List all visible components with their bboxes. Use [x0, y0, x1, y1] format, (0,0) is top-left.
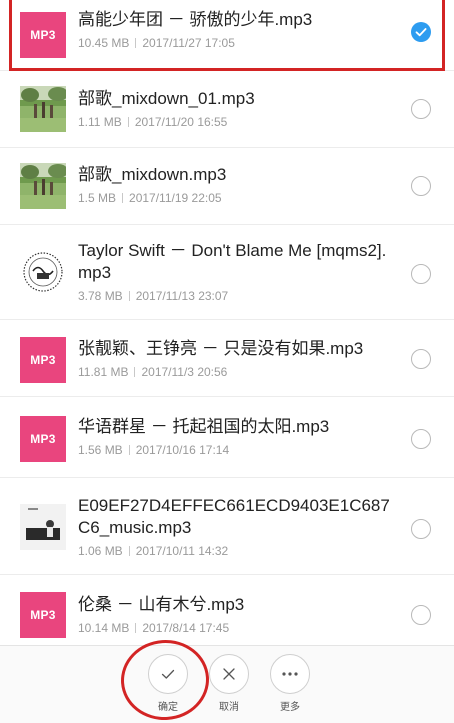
file-date: 2017/10/11 14:32	[135, 544, 229, 558]
unchecked-radio-icon[interactable]	[411, 519, 431, 539]
file-date: 2017/11/20 16:55	[134, 115, 228, 129]
divider	[122, 193, 124, 203]
list-item[interactable]: Taylor Swift － Don't Blame Me [mqms2].mp…	[0, 225, 454, 320]
file-size: 11.81 MB	[78, 365, 129, 379]
list-item[interactable]: MP3 伦桑 － 山有木兮.mp3 10.14 MB 2017/8/14 17:4…	[0, 575, 454, 645]
photo-thumbnail-icon	[20, 86, 66, 132]
album-art-icon	[20, 249, 66, 295]
file-name: Taylor Swift － Don't Blame Me [mqms2].mp…	[78, 241, 387, 282]
file-size: 1.11 MB	[78, 115, 122, 129]
photo-thumbnail-icon	[20, 163, 66, 209]
check-icon	[148, 654, 188, 694]
file-size: 1.56 MB	[78, 443, 123, 457]
divider	[128, 546, 130, 556]
divider	[135, 38, 137, 48]
more-button[interactable]: 更多	[260, 654, 320, 713]
divider	[135, 623, 137, 633]
file-name: 部歌_mixdown_01.mp3	[78, 89, 255, 108]
mp3-file-icon: MP3	[20, 592, 66, 638]
file-name: 张靓颖、王铮亮 － 只是没有如果.mp3	[78, 339, 364, 358]
file-size: 10.45 MB	[78, 36, 130, 50]
more-dots-icon	[270, 654, 310, 694]
unchecked-radio-icon[interactable]	[411, 264, 431, 284]
list-item[interactable]: E09EF27D4EFFEC661ECD9403E1C687C6_music.m…	[0, 478, 454, 575]
file-name: 高能少年团 － 骄傲的少年.mp3	[78, 10, 313, 29]
mp3-file-icon: MP3	[20, 337, 66, 383]
divider	[134, 367, 136, 377]
more-label: 更多	[280, 702, 300, 713]
file-size: 1.5 MB	[78, 191, 117, 205]
file-size: 10.14 MB	[78, 621, 130, 635]
unchecked-radio-icon[interactable]	[411, 99, 431, 119]
file-name: E09EF27D4EFFEC661ECD9403E1C687C6_music.m…	[78, 496, 390, 537]
album-art-icon	[20, 504, 66, 550]
file-date: 2017/11/19 22:05	[129, 191, 222, 205]
mp3-file-icon: MP3	[20, 416, 66, 462]
unchecked-radio-icon[interactable]	[411, 349, 431, 369]
cancel-button[interactable]: 取消	[199, 654, 259, 713]
file-date: 2017/8/14 17:45	[142, 621, 230, 635]
list-item[interactable]: 部歌_mixdown_01.mp3 1.11 MB 2017/11/20 16:5…	[0, 71, 454, 148]
list-item[interactable]: MP3 华语群星 － 托起祖国的太阳.mp3 1.56 MB 2017/10/16…	[0, 397, 454, 478]
cancel-label: 取消	[219, 702, 239, 713]
file-date: 2017/11/13 23:07	[135, 289, 229, 303]
unchecked-radio-icon[interactable]	[411, 429, 431, 449]
unchecked-radio-icon[interactable]	[411, 605, 431, 625]
file-date: 2017/11/27 17:05	[142, 36, 235, 50]
list-item[interactable]: 部歌_mixdown.mp3 1.5 MB 2017/11/19 22:05	[0, 148, 454, 225]
close-icon	[209, 654, 249, 694]
bottom-toolbar: 确定 取消 更多	[0, 645, 454, 723]
divider	[128, 445, 130, 455]
unchecked-radio-icon[interactable]	[411, 176, 431, 196]
file-name: 华语群星 － 托起祖国的太阳.mp3	[78, 417, 330, 436]
list-item[interactable]: MP3 高能少年团 － 骄傲的少年.mp3 10.45 MB 2017/11/27…	[0, 0, 454, 71]
file-date: 2017/11/3 20:56	[141, 365, 228, 379]
checked-radio-icon[interactable]	[411, 22, 431, 42]
mp3-file-icon: MP3	[20, 12, 66, 58]
confirm-button[interactable]: 确定	[138, 654, 198, 713]
file-name: 伦桑 － 山有木兮.mp3	[78, 595, 245, 614]
file-name: 部歌_mixdown.mp3	[78, 165, 227, 184]
file-size: 1.06 MB	[78, 544, 123, 558]
divider	[127, 117, 129, 127]
list-item[interactable]: MP3 张靓颖、王铮亮 － 只是没有如果.mp3 11.81 MB 2017/11…	[0, 320, 454, 397]
divider	[128, 291, 130, 301]
file-size: 3.78 MB	[78, 289, 123, 303]
file-date: 2017/10/16 17:14	[135, 443, 230, 457]
confirm-label: 确定	[158, 702, 178, 713]
